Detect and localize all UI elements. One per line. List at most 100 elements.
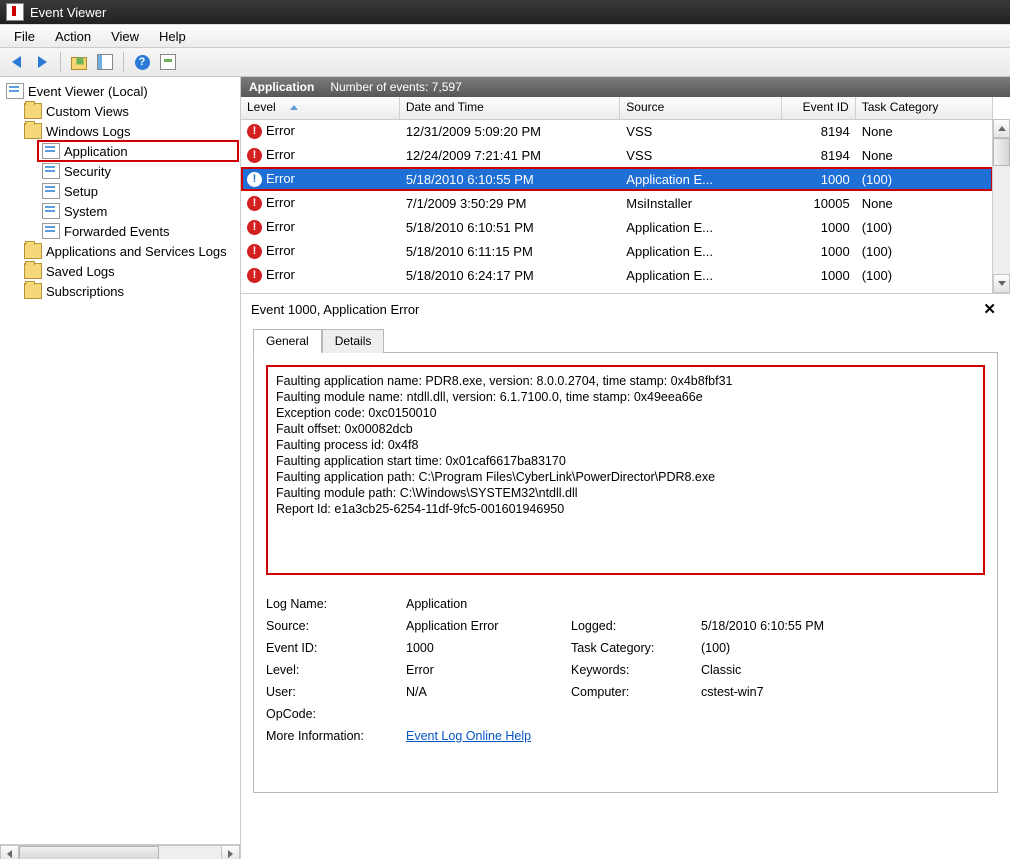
properties-button[interactable] [93, 50, 117, 74]
menu-action[interactable]: Action [45, 27, 101, 46]
main-area: Event Viewer (Local) Custom Views Window… [0, 77, 1010, 859]
cell-level: !Error [241, 243, 400, 259]
preview-icon [160, 54, 176, 70]
cell-source: Application E... [620, 268, 782, 283]
event-message: Faulting application name: PDR8.exe, ver… [266, 365, 985, 575]
tree-label: Applications and Services Logs [46, 244, 227, 259]
cell-event-id: 8194 [782, 148, 856, 163]
label-level: Level: [266, 663, 406, 677]
cell-date: 7/1/2009 3:50:29 PM [400, 196, 620, 211]
scroll-down-button[interactable] [993, 274, 1010, 293]
properties-icon [97, 54, 113, 70]
log-icon [42, 223, 60, 239]
table-row[interactable]: !Error7/1/2009 3:50:29 PMMsiInstaller100… [241, 191, 993, 215]
preview-button[interactable] [156, 50, 180, 74]
close-details-button[interactable]: ✕ [979, 300, 1000, 318]
title-bar: Event Viewer [0, 0, 1010, 24]
sort-indicator-icon [290, 105, 298, 110]
help-button[interactable]: ? [130, 50, 154, 74]
link-more-info[interactable]: Event Log Online Help [406, 729, 571, 743]
folder-icon [24, 283, 42, 299]
grid-body[interactable]: !Error12/31/2009 5:09:20 PMVSS8194None!E… [241, 119, 993, 293]
column-event-id[interactable]: Event ID [782, 97, 856, 119]
scroll-up-button[interactable] [993, 119, 1010, 138]
cell-date: 12/24/2009 7:21:41 PM [400, 148, 620, 163]
tree-saved-logs[interactable]: Saved Logs [20, 261, 238, 281]
scroll-thumb[interactable] [993, 138, 1010, 166]
menu-file[interactable]: File [4, 27, 45, 46]
refresh-button[interactable] [67, 50, 91, 74]
cell-level: !Error [241, 219, 400, 235]
cell-level: !Error [241, 123, 400, 139]
tree-application[interactable]: Application [38, 141, 238, 161]
tree-label: Subscriptions [46, 284, 124, 299]
table-row[interactable]: !Error5/18/2010 6:10:55 PMApplication E.… [241, 167, 993, 191]
column-task[interactable]: Task Category [856, 97, 993, 119]
tab-details[interactable]: Details [322, 329, 385, 353]
cell-level: !Error [241, 195, 400, 211]
cell-date: 12/31/2009 5:09:20 PM [400, 124, 620, 139]
column-date[interactable]: Date and Time [400, 97, 620, 119]
event-viewer-icon [6, 83, 24, 99]
tree-label: Windows Logs [46, 124, 131, 139]
scroll-left-button[interactable] [0, 845, 19, 859]
tree-custom-views[interactable]: Custom Views [20, 101, 238, 121]
error-icon: ! [247, 268, 262, 283]
chevron-left-icon [7, 850, 12, 858]
menu-view[interactable]: View [101, 27, 149, 46]
back-button[interactable] [4, 50, 28, 74]
grid-scrollbar[interactable] [992, 119, 1010, 293]
tree-setup[interactable]: Setup [38, 181, 238, 201]
tree-label: System [64, 204, 107, 219]
value-logged: 5/18/2010 6:10:55 PM [701, 619, 824, 633]
label-user: User: [266, 685, 406, 699]
details-title-bar: Event 1000, Application Error ✕ [245, 294, 1006, 322]
tree-root[interactable]: Event Viewer (Local) [2, 81, 238, 101]
tree-forwarded[interactable]: Forwarded Events [38, 221, 238, 241]
cell-date: 5/18/2010 6:10:55 PM [400, 172, 620, 187]
chevron-right-icon [228, 850, 233, 858]
tree-apps-services-logs[interactable]: Applications and Services Logs [20, 241, 238, 261]
label-keywords: Keywords: [571, 663, 701, 677]
event-properties: Log Name: Application Source: Applicatio… [266, 593, 985, 747]
cell-task: (100) [856, 172, 993, 187]
chevron-down-icon [998, 281, 1006, 286]
window-title: Event Viewer [30, 5, 106, 20]
event-grid: Level Date and Time Source Event ID Task… [241, 97, 1010, 294]
nav-tree[interactable]: Event Viewer (Local) Custom Views Window… [0, 77, 240, 844]
forward-button[interactable] [30, 50, 54, 74]
value-opcode [406, 707, 571, 721]
column-level[interactable]: Level [241, 97, 400, 119]
scroll-track[interactable] [993, 138, 1010, 274]
content-pane: Application Number of events: 7,597 Leve… [241, 77, 1010, 859]
table-row[interactable]: !Error5/18/2010 6:24:17 PMApplication E.… [241, 263, 993, 287]
table-row[interactable]: !Error5/18/2010 6:10:51 PMApplication E.… [241, 215, 993, 239]
tree-windows-logs[interactable]: Windows Logs [20, 121, 238, 141]
nav-scrollbar[interactable] [0, 844, 240, 859]
scroll-thumb[interactable] [19, 846, 159, 859]
menu-help[interactable]: Help [149, 27, 196, 46]
content-header: Application Number of events: 7,597 [241, 77, 1010, 97]
folder-icon [24, 123, 42, 139]
table-row[interactable]: !Error12/24/2009 7:21:41 PMVSS8194None [241, 143, 993, 167]
column-source[interactable]: Source [620, 97, 782, 119]
label-source: Source: [266, 619, 406, 633]
cell-level: !Error [241, 171, 400, 187]
table-row[interactable]: !Error12/31/2009 5:09:20 PMVSS8194None [241, 119, 993, 143]
details-panel: Faulting application name: PDR8.exe, ver… [253, 353, 998, 793]
tree-security[interactable]: Security [38, 161, 238, 181]
log-icon [42, 163, 60, 179]
tree-subscriptions[interactable]: Subscriptions [20, 281, 238, 301]
toolbar-separator [123, 52, 124, 72]
cell-event-id: 1000 [782, 268, 856, 283]
label-task: Task Category: [571, 641, 701, 655]
table-row[interactable]: !Error5/18/2010 6:11:15 PMApplication E.… [241, 239, 993, 263]
cell-task: None [856, 196, 993, 211]
scroll-right-button[interactable] [221, 845, 240, 859]
value-computer: cstest-win7 [701, 685, 764, 699]
tree-system[interactable]: System [38, 201, 238, 221]
scroll-track[interactable] [19, 845, 221, 859]
tree-label: Application [64, 144, 128, 159]
details-pane: Event 1000, Application Error ✕ General … [241, 294, 1010, 859]
tab-general[interactable]: General [253, 329, 322, 353]
